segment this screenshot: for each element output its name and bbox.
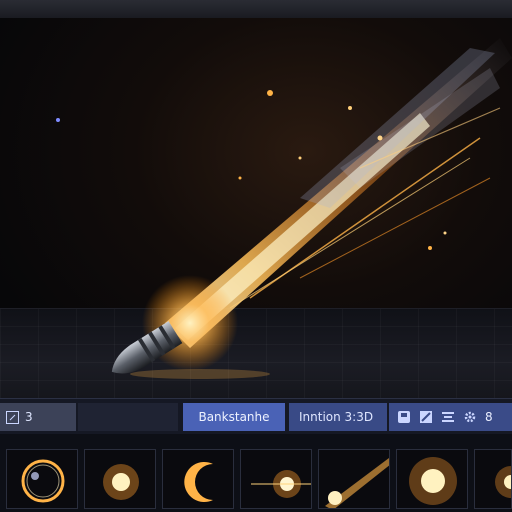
edit-icon[interactable] [6, 410, 19, 424]
layer-value: 3 [25, 410, 33, 424]
preset-name-text: Bankstanhe [198, 410, 270, 424]
spark [238, 176, 242, 180]
thumbnail-crescent-flare[interactable] [162, 449, 234, 509]
empty-field[interactable] [78, 403, 178, 431]
3d-viewport[interactable] [0, 18, 512, 398]
smoke-trail [300, 48, 495, 208]
spark [377, 135, 383, 141]
spark [348, 106, 352, 110]
preset-name-field[interactable]: Bankstanhe [183, 403, 285, 431]
spark [267, 90, 273, 96]
thumbnail-radial-burst[interactable] [396, 449, 468, 509]
smoke-trail-2 [340, 68, 500, 188]
mode-selector[interactable]: Inntion 3:3D [289, 403, 387, 431]
projectile-effect [56, 38, 512, 379]
gear-icon[interactable] [463, 410, 477, 424]
effect-thumbnail-strip [0, 434, 512, 512]
save-icon[interactable] [397, 410, 411, 424]
spark [56, 118, 60, 122]
spark [443, 231, 447, 235]
thumbnail-spark-burst[interactable] [84, 449, 156, 509]
effect-toolbar: 3 Bankstanhe Inntion 3:3D 8 [0, 398, 512, 435]
thumbnail-streak-trail[interactable] [318, 449, 390, 509]
thumbnail-ring-glow[interactable] [6, 449, 78, 509]
edit-icon[interactable] [419, 410, 433, 424]
align-icon[interactable] [441, 410, 455, 424]
mode-label: Inntion 3:3D [299, 410, 374, 424]
floor-reflection [130, 369, 270, 379]
layer-field[interactable]: 3 [0, 403, 76, 431]
toolbar-icon-group: 8 [389, 403, 512, 431]
thumbnail-star-flash[interactable] [240, 449, 312, 509]
spark [428, 246, 432, 250]
setting-value: 8 [485, 410, 493, 424]
thumbnail-partial-burst[interactable] [474, 449, 512, 509]
top-strip [0, 0, 512, 18]
spark [298, 156, 302, 160]
